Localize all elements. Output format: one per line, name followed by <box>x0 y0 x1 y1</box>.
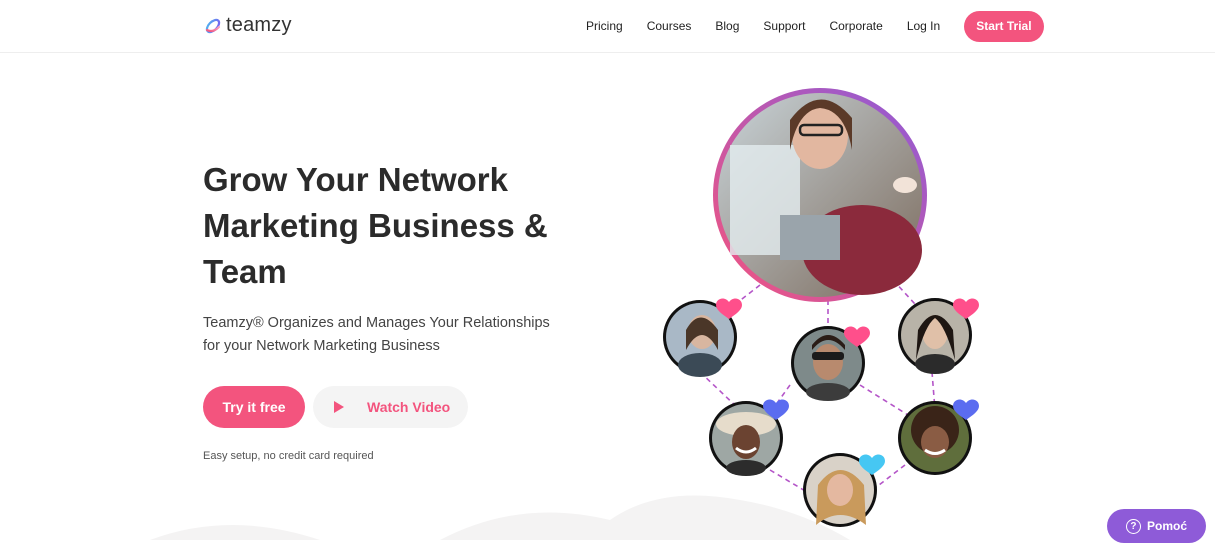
background-wave <box>150 525 320 540</box>
setup-note: Easy setup, no credit card required <box>203 450 374 462</box>
hero-title-line: Marketing Business & <box>203 207 548 244</box>
watch-video-button[interactable]: Watch Video <box>313 386 468 428</box>
hero-subtitle-line: Teamzy® Organizes and Manages Your Relat… <box>203 315 550 331</box>
hero-subtitle-line: for your Network Marketing Business <box>203 338 440 354</box>
question-icon: ? <box>1125 518 1141 534</box>
featured-photo <box>713 88 927 302</box>
background-wave <box>440 495 850 540</box>
try-it-free-label: Try it free <box>222 399 286 415</box>
hero-title-line: Team <box>203 253 287 290</box>
hero-title-line: Grow Your Network <box>203 161 508 198</box>
watch-video-label: Watch Video <box>367 399 451 415</box>
hero-illustration <box>150 88 979 540</box>
try-it-free-button[interactable]: Try it free <box>203 386 305 428</box>
help-button[interactable]: ? Pomoć <box>1107 509 1206 543</box>
help-label: Pomoć <box>1146 519 1187 533</box>
hero-title: Grow Your Network Marketing Business & T… <box>203 157 548 295</box>
hero-subtitle: Teamzy® Organizes and Manages Your Relat… <box>203 312 550 358</box>
play-icon <box>334 401 344 413</box>
